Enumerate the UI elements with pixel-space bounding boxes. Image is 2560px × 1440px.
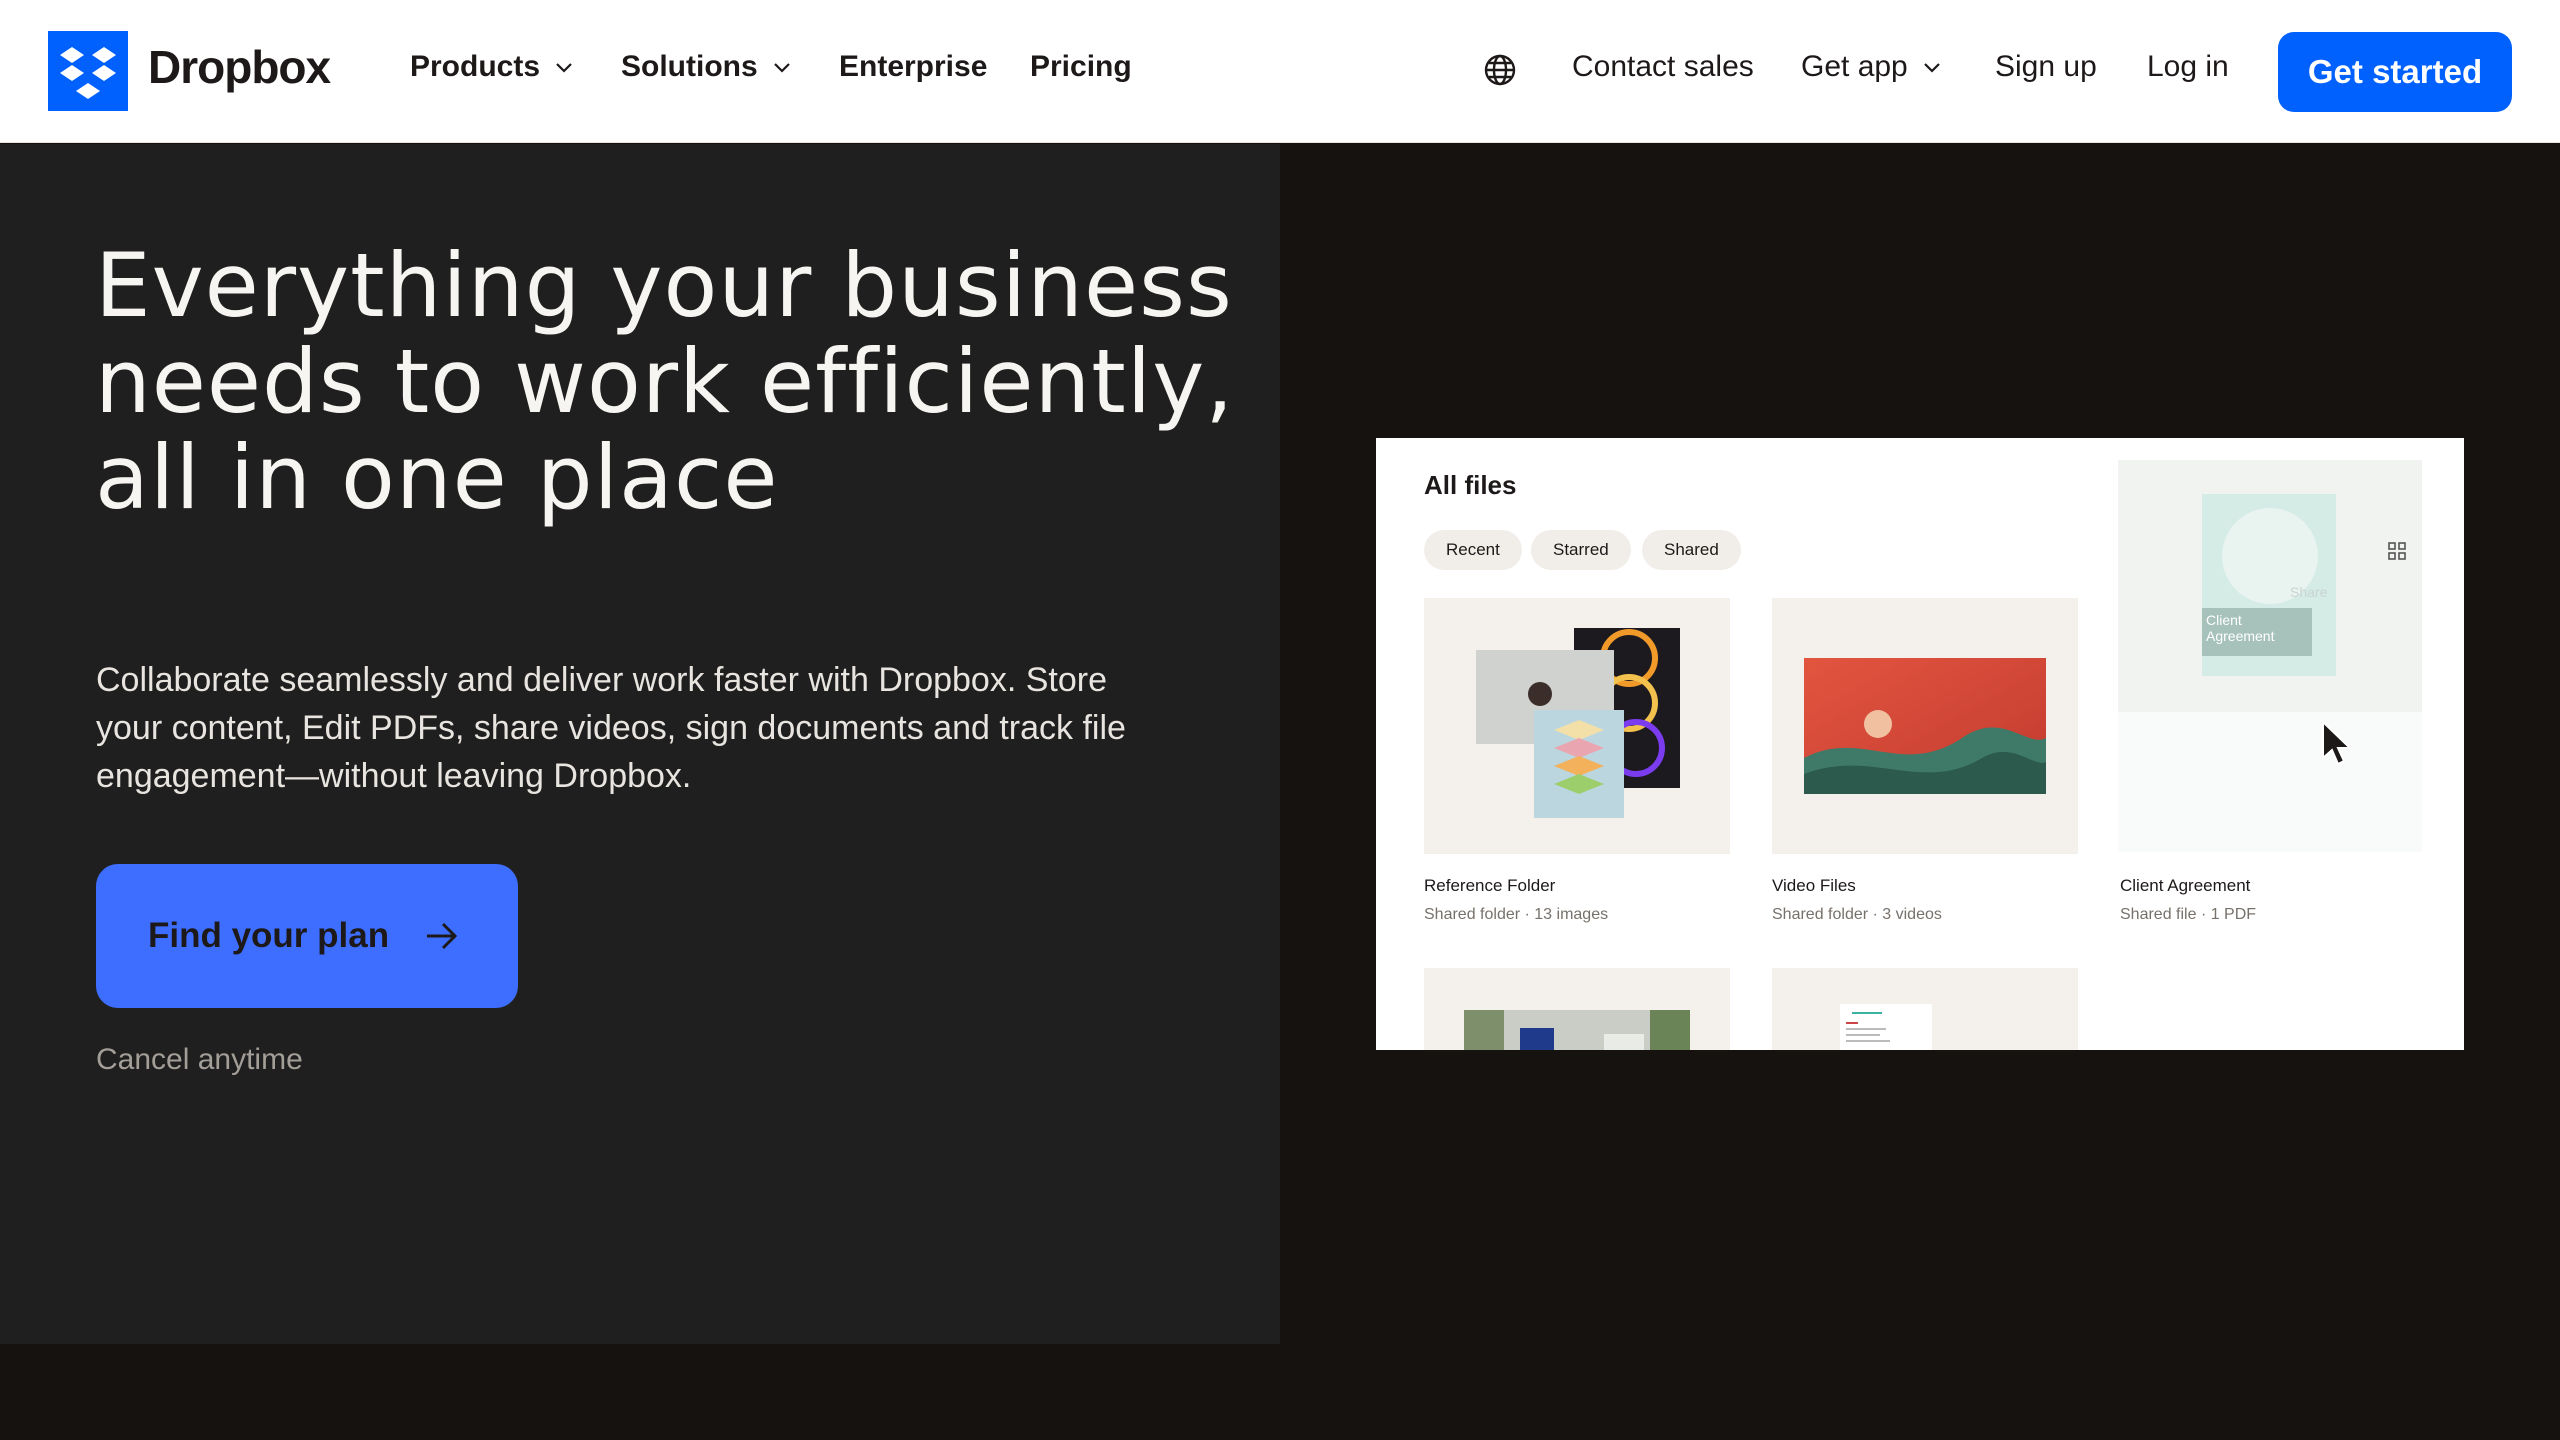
faded-preview-reflection: [2118, 712, 2422, 852]
get-started-button[interactable]: Get started: [2278, 32, 2512, 112]
video-thumbnail-image: [1804, 658, 2046, 794]
building-photo-image: [1464, 1010, 1690, 1050]
nav-solutions-label: Solutions: [621, 50, 758, 83]
document-page-image: [1840, 1004, 1932, 1050]
reference-folder-thumbnail[interactable]: [1424, 598, 1730, 854]
chevron-down-icon: [773, 63, 790, 73]
collage-image: [1476, 628, 1680, 818]
globe-icon[interactable]: [1482, 52, 1518, 88]
card-meta: Shared folder · 3 videos: [1772, 906, 1942, 923]
client-agreement-hover-preview[interactable]: Client Agreement Share: [2118, 460, 2422, 712]
nav-pricing-label: Pricing: [1030, 50, 1132, 83]
mouse-cursor-icon: [2322, 720, 2353, 766]
client-agreement-overlay-label: Client Agreement: [2202, 608, 2312, 656]
get-app-menu[interactable]: Get app: [1801, 50, 1942, 84]
section-divider: [0, 1344, 2560, 1440]
find-your-plan-button[interactable]: Find your plan: [96, 864, 518, 1008]
nav-products[interactable]: Products: [410, 50, 574, 84]
arrow-right-icon: [427, 922, 458, 950]
card-name: Client Agreement: [2120, 876, 2251, 895]
filter-recent[interactable]: Recent: [1424, 530, 1522, 570]
brand-name[interactable]: Dropbox: [148, 40, 331, 94]
chevron-down-icon: [1923, 63, 1940, 73]
log-in-link[interactable]: Log in: [2147, 50, 2229, 84]
sign-up-link[interactable]: Sign up: [1995, 50, 2097, 84]
nav-solutions[interactable]: Solutions: [621, 50, 792, 84]
cancel-anytime-note: Cancel anytime: [96, 1043, 303, 1076]
top-navigation: Dropbox Products Solutions Enterprise Pr…: [0, 0, 2560, 143]
hero-headline: Everything your business needs to work e…: [95, 234, 1235, 529]
photo-card-thumbnail[interactable]: [1424, 968, 1730, 1050]
get-app-label: Get app: [1801, 50, 1908, 83]
find-your-plan-label: Find your plan: [148, 916, 390, 955]
log-in-label: Log in: [2147, 50, 2229, 83]
filter-shared[interactable]: Shared: [1642, 530, 1741, 570]
nav-pricing[interactable]: Pricing: [1030, 50, 1132, 84]
card-name: Video Files: [1772, 876, 1856, 895]
card-name: Reference Folder: [1424, 876, 1556, 895]
dropbox-logo-icon[interactable]: [48, 31, 128, 111]
video-files-thumbnail[interactable]: [1772, 598, 2078, 854]
all-files-title: All files: [1424, 470, 1517, 500]
product-screenshot: All files Recent Starred Shared Referenc…: [1376, 438, 2464, 1050]
grid-view-icon[interactable]: [2388, 542, 2406, 560]
document-card-thumbnail[interactable]: [1772, 968, 2078, 1050]
share-ghost-text: Share: [2290, 584, 2328, 600]
contact-sales-label: Contact sales: [1572, 50, 1754, 83]
filter-starred[interactable]: Starred: [1531, 530, 1631, 570]
nav-products-label: Products: [410, 50, 541, 83]
contact-sales-link[interactable]: Contact sales: [1572, 50, 1754, 84]
card-meta: Shared folder · 13 images: [1424, 906, 1609, 923]
card-meta: Shared file · 1 PDF: [2120, 906, 2257, 923]
chevron-down-icon: [556, 63, 572, 73]
nav-enterprise[interactable]: Enterprise: [839, 50, 987, 84]
hero-subtext: Collaborate seamlessly and deliver work …: [96, 661, 1126, 795]
sign-up-label: Sign up: [1995, 50, 2097, 83]
nav-enterprise-label: Enterprise: [839, 50, 988, 83]
